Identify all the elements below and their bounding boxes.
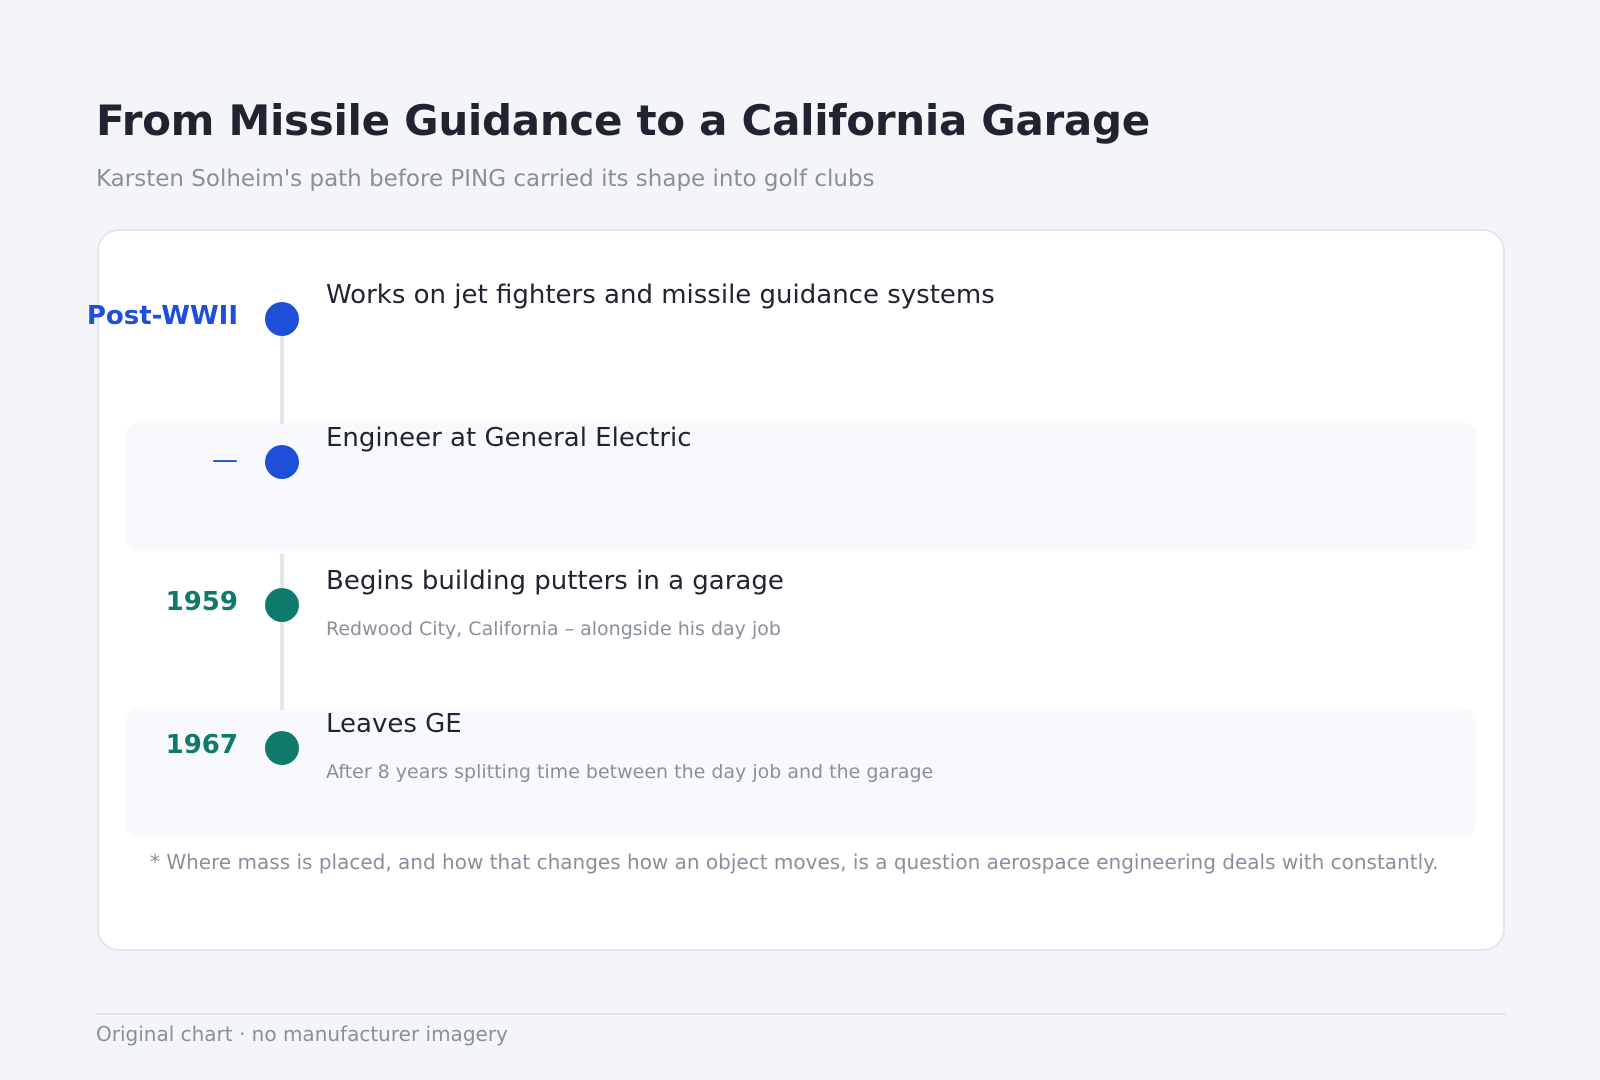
page: From Missile Guidance to a California Ga…: [0, 0, 1600, 1080]
timeline-connector: [280, 554, 284, 710]
timeline-date: 1959: [165, 587, 238, 617]
page-title: From Missile Guidance to a California Ga…: [96, 96, 1150, 145]
timeline-event: Leaves GE: [326, 709, 462, 739]
timeline-event: Begins building putters in a garage: [326, 566, 784, 596]
timeline-detail: After 8 years splitting time between the…: [326, 761, 934, 783]
timeline-connector: [280, 336, 284, 424]
page-subtitle: Karsten Solheim's path before PING carri…: [96, 166, 875, 192]
timeline-marker: [265, 302, 299, 336]
timeline-marker: [265, 731, 299, 765]
timeline-marker: [265, 588, 299, 622]
timeline-card: [97, 229, 1505, 951]
timeline-date: —: [212, 445, 238, 475]
credit-line: Original chart · no manufacturer imagery: [96, 1022, 508, 1046]
timeline-event: Engineer at General Electric: [326, 423, 692, 453]
timeline-detail: Redwood City, California – alongside his…: [326, 618, 781, 640]
footnote: * Where mass is placed, and how that cha…: [150, 850, 1439, 874]
timeline-event: Works on jet fighters and missile guidan…: [326, 280, 995, 310]
timeline-date: Post-WWII: [86, 301, 238, 331]
footer-divider: [96, 1013, 1506, 1015]
timeline-marker: [265, 445, 299, 479]
timeline-date: 1967: [165, 730, 238, 760]
